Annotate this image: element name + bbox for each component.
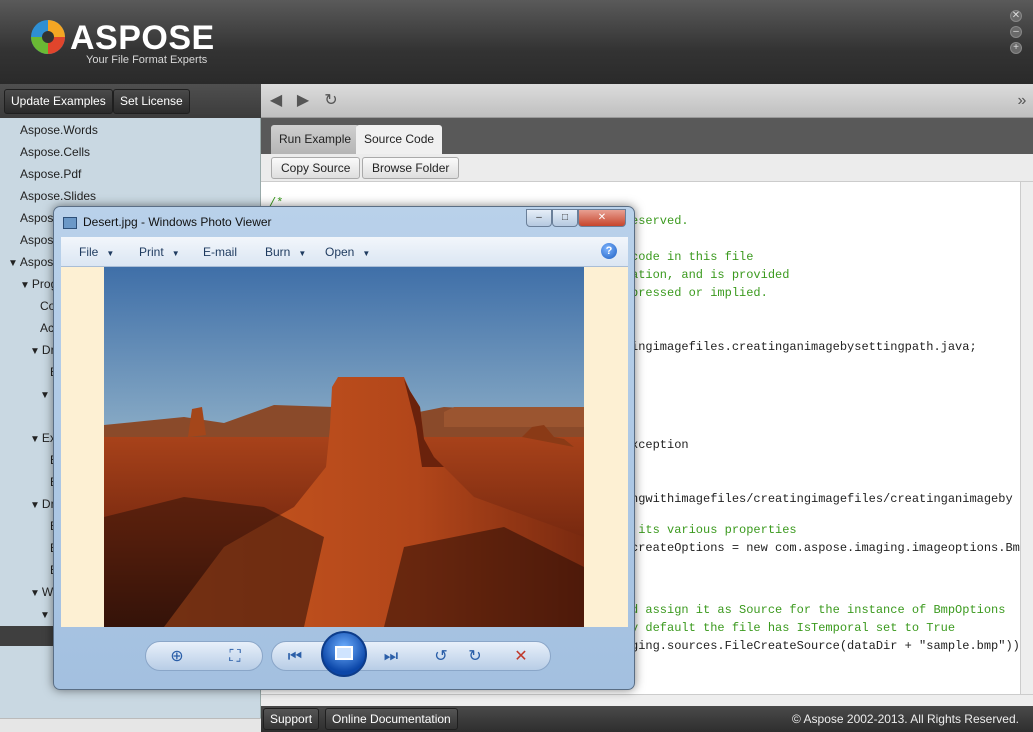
chevron-down-icon: ▼ xyxy=(106,249,115,258)
tree-item[interactable]: ▼ Dr xyxy=(30,343,55,357)
expand-triangle-icon[interactable]: ▼ xyxy=(30,500,40,511)
copyright-text: © Aspose 2002-2013. All Rights Reserved. xyxy=(792,712,1019,726)
next-icon[interactable]: ⏭ xyxy=(380,648,402,666)
chevron-down-icon: ▼ xyxy=(298,249,307,258)
back-arrow-icon[interactable]: ◀ xyxy=(263,88,289,114)
navigation-group: ⏮ ⏭ ↺ ↻ ✕ xyxy=(271,641,551,671)
brand-tagline: Your File Format Experts xyxy=(86,54,208,66)
zoom-group: ⊕ ⛶ xyxy=(145,641,263,671)
tree-item[interactable]: Aspos xyxy=(20,211,53,225)
aspose-logo-icon xyxy=(31,20,65,54)
photo-viewer-title: Desert.jpg - Windows Photo Viewer xyxy=(83,215,272,229)
tree-item[interactable]: ▼ Prog xyxy=(20,277,57,291)
photo-viewer-menubar: File ▼ Print ▼ E-mail Burn ▼ Open ▼ ? xyxy=(61,237,628,267)
tree-item[interactable]: Aspose.Pdf xyxy=(20,167,81,181)
tree-item[interactable]: ▼ Aspos xyxy=(8,255,53,269)
burn-menu[interactable]: Burn ▼ xyxy=(265,245,306,259)
print-menu[interactable]: Print ▼ xyxy=(139,245,180,259)
online-documentation-button[interactable]: Online Documentation xyxy=(325,708,458,730)
copy-source-button[interactable]: Copy Source xyxy=(271,157,361,179)
photo-canvas xyxy=(61,267,628,627)
minimize-window-button[interactable]: – xyxy=(1010,26,1022,38)
chevron-down-icon: ▼ xyxy=(171,249,180,258)
photo-viewer-controls: ⊕ ⛶ ⏮ ⏭ ↺ ↻ ✕ xyxy=(61,627,628,683)
code-horizontal-scrollbar[interactable] xyxy=(261,694,1033,706)
code-line: xception xyxy=(631,438,689,452)
previous-icon[interactable]: ⏮ xyxy=(284,648,306,666)
tree-item[interactable]: Aspos xyxy=(20,233,53,247)
maximize-button[interactable]: □ xyxy=(552,209,578,227)
slideshow-icon xyxy=(335,646,353,660)
tree-item[interactable]: Aspose.Words xyxy=(20,123,98,137)
close-window-button[interactable]: ✕ xyxy=(1010,10,1022,22)
brand-name: ASPOSE xyxy=(70,19,215,57)
chevron-right-icon[interactable]: » xyxy=(1012,88,1032,114)
code-line: pressed or implied. xyxy=(631,286,768,300)
email-menu[interactable]: E-mail xyxy=(203,245,237,259)
tree-item[interactable]: ▼ xyxy=(40,387,52,401)
expand-triangle-icon[interactable]: ▼ xyxy=(40,390,50,401)
open-menu[interactable]: Open ▼ xyxy=(325,245,370,259)
desert-photo xyxy=(104,267,584,627)
expand-triangle-icon[interactable]: ▼ xyxy=(40,610,50,621)
close-button[interactable]: ✕ xyxy=(578,209,626,227)
code-line: ingimagefiles.creatinganimagebysettingpa… xyxy=(631,340,977,354)
code-line: eserved. xyxy=(631,214,689,228)
maximize-window-button[interactable]: + xyxy=(1010,42,1022,54)
expand-triangle-icon[interactable]: ▼ xyxy=(8,258,18,269)
code-line: ngwithimagefiles/creatingimagefiles/crea… xyxy=(631,492,1013,506)
refresh-icon[interactable]: ↻ xyxy=(318,88,344,114)
update-examples-button[interactable]: Update Examples xyxy=(4,89,113,114)
slideshow-button[interactable] xyxy=(321,631,367,677)
tree-horizontal-scrollbar[interactable] xyxy=(0,718,261,732)
expand-triangle-icon[interactable]: ▼ xyxy=(30,588,40,599)
expand-triangle-icon[interactable]: ▼ xyxy=(30,346,40,357)
tab-source-code[interactable]: Source Code xyxy=(356,125,443,154)
help-icon[interactable]: ? xyxy=(601,243,617,259)
photo-viewer-app-icon xyxy=(63,217,77,229)
tree-item[interactable]: ▼ xyxy=(40,607,52,621)
code-line: ation, and is provided xyxy=(631,268,790,282)
photo-viewer-window[interactable]: Desert.jpg - Windows Photo Viewer – □ ✕ … xyxy=(53,206,635,690)
code-line: ging.sources.FileCreateSource(dataDir + … xyxy=(631,639,1020,653)
support-button[interactable]: Support xyxy=(263,708,320,730)
minimize-button[interactable]: – xyxy=(526,209,552,227)
tree-item[interactable]: ▼ Dr xyxy=(30,497,55,511)
rotate-counterclockwise-icon[interactable]: ↺ xyxy=(430,648,452,666)
chevron-down-icon: ▼ xyxy=(362,249,371,258)
code-line: y default the file has IsTemporal set to… xyxy=(631,621,956,635)
browse-folder-button[interactable]: Browse Folder xyxy=(362,157,460,179)
code-line: its various properties xyxy=(631,523,797,537)
actual-size-icon[interactable]: ⛶ xyxy=(224,648,246,666)
tree-item[interactable]: Aspose.Slides xyxy=(20,189,96,203)
tree-item[interactable]: Aspose.Cells xyxy=(20,145,90,159)
file-menu[interactable]: File ▼ xyxy=(79,245,114,259)
delete-icon[interactable]: ✕ xyxy=(510,648,532,666)
expand-triangle-icon[interactable]: ▼ xyxy=(20,280,30,291)
code-vertical-scrollbar[interactable] xyxy=(1020,182,1033,694)
code-line: createOptions = new com.aspose.imaging.i… xyxy=(631,541,1020,555)
rotate-clockwise-icon[interactable]: ↻ xyxy=(464,648,486,666)
forward-arrow-icon[interactable]: ▶ xyxy=(290,88,316,114)
expand-triangle-icon[interactable]: ▼ xyxy=(30,434,40,445)
tab-run-example[interactable]: Run Example xyxy=(271,125,360,154)
set-license-button[interactable]: Set License xyxy=(113,89,190,114)
tree-item[interactable]: Ac xyxy=(40,321,54,335)
zoom-in-icon[interactable]: ⊕ xyxy=(166,648,188,666)
browser-toolbar xyxy=(261,84,1033,118)
app-header: ASPOSE Your File Format Experts ✕ – + xyxy=(0,0,1033,84)
code-line: d assign it as Source for the instance o… xyxy=(631,603,1006,617)
code-line: code in this file xyxy=(631,250,754,264)
